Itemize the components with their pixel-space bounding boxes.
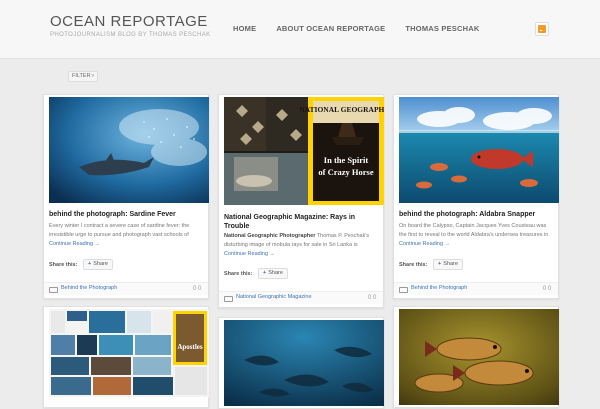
- filter-button[interactable]: FILTER▿: [68, 71, 99, 82]
- nav-about[interactable]: ABOUT OCEAN REPORTAGE: [276, 24, 385, 33]
- category-link[interactable]: Behind the Photograph: [411, 285, 467, 291]
- share-button[interactable]: + Share: [433, 259, 463, 270]
- folder-icon: [224, 296, 233, 302]
- post-title[interactable]: behind the photograph: Sardine Fever: [49, 211, 176, 218]
- post-card: behind the photograph: Sardine Fever Eve…: [43, 94, 209, 299]
- nav-home[interactable]: HOME: [233, 24, 256, 33]
- plus-icon: +: [438, 261, 442, 267]
- plus-icon: +: [263, 270, 267, 276]
- main-nav: HOME ABOUT OCEAN REPORTAGE THOMAS PESCHA…: [233, 24, 499, 33]
- filter-triangle-icon: ▿: [91, 73, 95, 79]
- share-button-label: Share: [93, 261, 108, 267]
- post-lead: National Geographic Photographer: [224, 233, 316, 239]
- post-title[interactable]: behind the photograph: Aldabra Snapper: [399, 211, 535, 218]
- share-button-label: Share: [268, 270, 283, 276]
- continue-reading-link[interactable]: Continue Reading →: [399, 241, 450, 247]
- filter-label: FILTER: [72, 73, 91, 79]
- post-card: Apostles: [43, 306, 209, 408]
- post-footer: Behind the Photograph 0 0: [44, 282, 208, 295]
- post-title[interactable]: National Geographic Magazine: Rays in Tr…: [224, 213, 378, 231]
- comments-count[interactable]: 0 0: [368, 295, 376, 301]
- post-excerpt: Every winter I contract a severe case of…: [49, 223, 190, 238]
- category-link[interactable]: National Geographic Magazine: [236, 294, 312, 300]
- site-header: OCEAN REPORTAGE PHOTOJOURNALISM BLOG BY …: [0, 0, 600, 59]
- comments-count[interactable]: 0 0: [193, 286, 201, 292]
- site-title[interactable]: OCEAN REPORTAGE: [50, 13, 208, 30]
- post-thumbnail[interactable]: [49, 97, 209, 203]
- plus-icon: +: [88, 261, 92, 267]
- continue-reading-link[interactable]: Continue Reading →: [224, 251, 275, 257]
- post-excerpt: National Geographic Photographer Thomas …: [224, 232, 378, 250]
- post-footer: National Geographic Magazine 0 0: [219, 291, 383, 304]
- post-card: [218, 317, 384, 409]
- share-button[interactable]: + Share: [83, 259, 113, 270]
- continue-reading-link[interactable]: Continue Reading →: [49, 241, 100, 247]
- category-link[interactable]: Behind the Photograph: [61, 285, 117, 291]
- share-label: Share this:: [224, 271, 253, 277]
- nav-thomas-peschak[interactable]: THOMAS PESCHAK: [405, 24, 479, 33]
- share-button[interactable]: + Share: [258, 268, 288, 279]
- post-card: NATIONAL GEOGRAPHIC In the Spirit of Cra…: [218, 94, 384, 308]
- folder-icon: [49, 287, 58, 293]
- magazine-brand: NATIONAL GEOGRAPHIC: [299, 105, 384, 114]
- share-label: Share this:: [49, 262, 78, 268]
- magazine-cover-line: Apostles: [177, 343, 203, 351]
- post-excerpt: On board the Calypso, Captain Jacques Yv…: [399, 223, 549, 238]
- rss-icon[interactable]: [535, 22, 549, 36]
- post-thumbnail[interactable]: [399, 97, 559, 203]
- post-thumbnail[interactable]: [399, 309, 559, 405]
- magazine-cover-line: In the Spirit: [324, 155, 369, 165]
- share-button-label: Share: [443, 261, 458, 267]
- folder-icon: [399, 287, 408, 293]
- post-footer: Behind the Photograph 0 0: [394, 282, 558, 295]
- share-label: Share this:: [399, 262, 428, 268]
- post-thumbnail[interactable]: [224, 320, 384, 406]
- magazine-cover-line: of Crazy Horse: [318, 167, 373, 177]
- post-thumbnail[interactable]: NATIONAL GEOGRAPHIC In the Spirit of Cra…: [224, 97, 384, 205]
- post-thumbnail[interactable]: Apostles: [49, 309, 209, 397]
- post-card: behind the photograph: Aldabra Snapper O…: [393, 94, 559, 299]
- comments-count[interactable]: 0 0: [543, 286, 551, 292]
- site-description: PHOTOJOURNALISM BLOG BY THOMAS PESCHAK: [50, 32, 211, 38]
- post-card: [393, 306, 559, 408]
